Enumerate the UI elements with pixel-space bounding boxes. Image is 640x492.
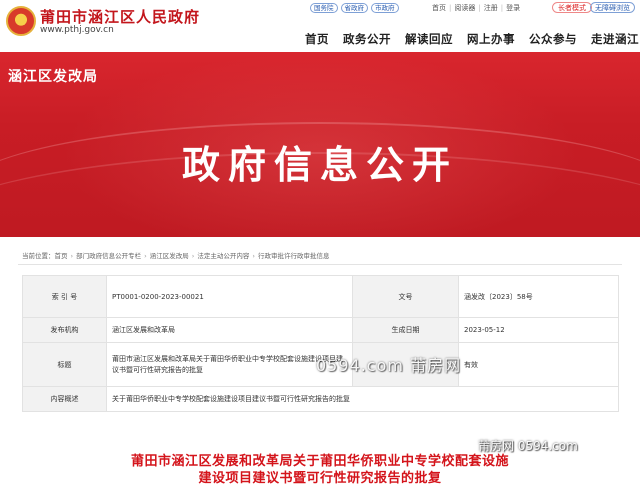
table-row: 发布机构 涵江区发展和改革局 生成日期 2023-05-12 xyxy=(22,317,619,343)
site-title[interactable]: 莆田市涵江区人民政府 xyxy=(40,6,200,27)
link-city-government[interactable]: 市政府 xyxy=(371,3,399,13)
nav-public-participation[interactable]: 公众参与 xyxy=(529,31,577,47)
link-home[interactable]: 首页 xyxy=(432,4,446,12)
divider xyxy=(18,264,622,265)
divider: | xyxy=(449,4,452,12)
page: 莆田市涵江区人民政府 www.pthj.gov.cn 国务院 省政府 市政府 首页 |… xyxy=(0,0,640,492)
national-emblem-icon xyxy=(6,6,36,36)
divider: | xyxy=(478,4,481,12)
divider: | xyxy=(500,4,504,12)
site-url: www.pthj.gov.cn xyxy=(40,25,114,35)
main-nav: 首页 政务公开 解读回应 网上办事 公众参与 走进涵江 xyxy=(305,28,639,47)
date-label: 生成日期 xyxy=(352,317,459,343)
index-label: 索 引 号 xyxy=(22,275,107,318)
table-row: 内容概述 关于莆田华侨职业中专学校配套设施建设项目建议书暨可行性研究报告的批复 xyxy=(22,386,619,412)
utility-links: 首页 | 阅读器 | 注册 | 登录 xyxy=(432,3,520,13)
nav-government-affairs[interactable]: 政务公开 xyxy=(343,31,391,47)
summary-label: 内容概述 xyxy=(22,386,107,412)
validity-value: 有效 xyxy=(458,342,619,387)
date-value: 2023-05-12 xyxy=(458,317,619,343)
nav-online-services[interactable]: 网上办事 xyxy=(467,31,515,47)
breadcrumb-separator: › xyxy=(252,252,255,260)
summary-value: 关于莆田华侨职业中专学校配套设施建设项目建议书暨可行性研究报告的批复 xyxy=(106,386,619,412)
document-title-line: 建设项目建议书暨可行性研究报告的批复 xyxy=(198,471,442,486)
breadcrumb-item-approval[interactable]: 行政审批许行政审批信息 xyxy=(258,252,330,260)
nav-home[interactable]: 首页 xyxy=(305,31,329,47)
docno-label: 文号 xyxy=(352,275,459,318)
breadcrumb: 当前位置：首页 › 部门政府信息公开专栏 › 涵江区发改局 › 法定主动公开内容 › 行政审批许… xyxy=(22,250,329,260)
document-metadata-table: 索 引 号 PT0001-0200-2023-00021 文号 涵发改〔2023… xyxy=(22,275,619,412)
site-header: 莆田市涵江区人民政府 www.pthj.gov.cn 国务院 省政府 市政府 首页 |… xyxy=(0,0,640,52)
docno-value: 涵发改〔2023〕58号 xyxy=(458,275,619,318)
breadcrumb-item-dept[interactable]: 涵江区发改局 xyxy=(150,252,189,260)
breadcrumb-item-statutory[interactable]: 法定主动公开内容 xyxy=(197,252,249,260)
issuer-label: 发布机构 xyxy=(22,317,107,343)
watermark: 0594.com 莆房网 xyxy=(316,356,462,375)
breadcrumb-prefix: 当前位置： xyxy=(22,252,55,260)
elder-mode-button[interactable]: 长者模式 xyxy=(552,2,592,13)
watermark: 莆房网 0594.com xyxy=(478,439,578,453)
department-name: 涵江区发改局 xyxy=(8,69,98,85)
nav-interpretation[interactable]: 解读回应 xyxy=(405,31,453,47)
top-government-links: 国务院 省政府 市政府 xyxy=(310,3,402,15)
breadcrumb-item-dept-column[interactable]: 部门政府信息公开专栏 xyxy=(76,252,141,260)
link-login[interactable]: 登录 xyxy=(506,4,520,12)
accessibility-button[interactable]: 无障碍浏览 xyxy=(590,2,635,13)
link-reader[interactable]: 阅读器 xyxy=(454,4,475,12)
link-provincial-government[interactable]: 省政府 xyxy=(340,3,368,13)
link-state-council[interactable]: 国务院 xyxy=(310,3,338,13)
nav-about-hanjiang[interactable]: 走进涵江 xyxy=(591,31,639,47)
breadcrumb-separator: › xyxy=(191,252,195,260)
link-register[interactable]: 注册 xyxy=(484,4,498,12)
breadcrumb-item-home[interactable]: 首页 xyxy=(55,252,68,260)
title-label: 标题 xyxy=(22,342,107,387)
document-title: 莆田市涵江区发展和改革局关于莆田华侨职业中专学校配套设施 建设项目建议书暨可行性… xyxy=(0,453,640,487)
table-row: 索 引 号 PT0001-0200-2023-00021 文号 涵发改〔2023… xyxy=(22,275,619,318)
banner-title: 政府信息公开 xyxy=(181,142,458,187)
breadcrumb-separator: › xyxy=(144,252,147,260)
breadcrumb-separator: › xyxy=(70,252,74,260)
issuer-value: 涵江区发展和改革局 xyxy=(106,317,353,343)
banner: 涵江区发改局 政府信息公开 xyxy=(0,52,640,237)
document-title-line: 莆田市涵江区发展和改革局关于莆田华侨职业中专学校配套设施 xyxy=(130,454,509,469)
index-value: PT0001-0200-2023-00021 xyxy=(106,275,353,318)
